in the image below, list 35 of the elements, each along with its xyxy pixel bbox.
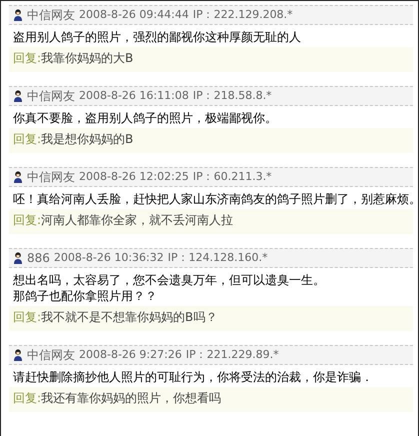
author-name: 中信网友	[27, 347, 75, 363]
ip-address: IP：60.211.3.*	[192, 169, 272, 185]
post-text: 你真不要脸，盗用别人鸽子的照片，极端鄙视你。	[13, 110, 278, 126]
user-icon	[13, 90, 23, 102]
user-icon	[13, 171, 23, 183]
post-text: 想出名吗，太容易了，您不会遗臭万年，但可以遗臭一生。	[13, 272, 326, 288]
reply-label: 回复:	[13, 309, 42, 325]
user-icon	[13, 349, 23, 361]
author-name: 中信网友	[27, 7, 75, 23]
post-time: 2008-8-26 10:36:32	[54, 250, 164, 266]
post-time: 2008-8-26 09:44:44	[79, 7, 189, 23]
reply-label: 回复:	[13, 50, 42, 66]
post-time: 2008-8-26 16:11:08	[79, 88, 189, 104]
ip-address: IP：222.129.208.*	[192, 7, 293, 23]
post-text: 盗用别人鸽子的照片，强烈的鄙视你这种厚颜无耻的人	[13, 29, 302, 45]
ip-address: IP：221.229.89.*	[186, 347, 279, 363]
post-time: 2008-8-26 12:02:25	[79, 169, 189, 185]
reply-label: 回复:	[13, 390, 42, 406]
reply-text: 我靠你妈妈的大B	[41, 50, 134, 66]
post-text: 那鸽子也配你拿照片用？？	[13, 288, 158, 304]
post-time: 2008-8-26 9:27:26	[79, 347, 182, 363]
reply-text: 我不就不是不想靠你妈妈的B吗？	[41, 309, 218, 325]
author-name: 886	[27, 250, 50, 266]
author-name: 中信网友	[27, 88, 75, 104]
reply-text: 我还有靠你妈妈的照片，你想看吗	[41, 390, 222, 406]
user-icon	[13, 9, 23, 21]
user-icon	[13, 252, 23, 264]
author-name: 中信网友	[27, 169, 75, 185]
reply-text: 我是想你妈妈的B	[41, 131, 134, 147]
reply-label: 回复:	[13, 131, 42, 147]
reply-label: 回复:	[13, 212, 42, 228]
post-text: 请赶快删除摘抄他人照片的可耻行为，你将受法的治裁，你是诈骗．	[13, 369, 374, 385]
reply-text: 河南人都靠你全家，就不丢河南人拉	[41, 212, 234, 228]
ip-address: IP：218.58.8.*	[192, 88, 272, 104]
ip-address: IP：124.128.160.*	[168, 250, 268, 266]
